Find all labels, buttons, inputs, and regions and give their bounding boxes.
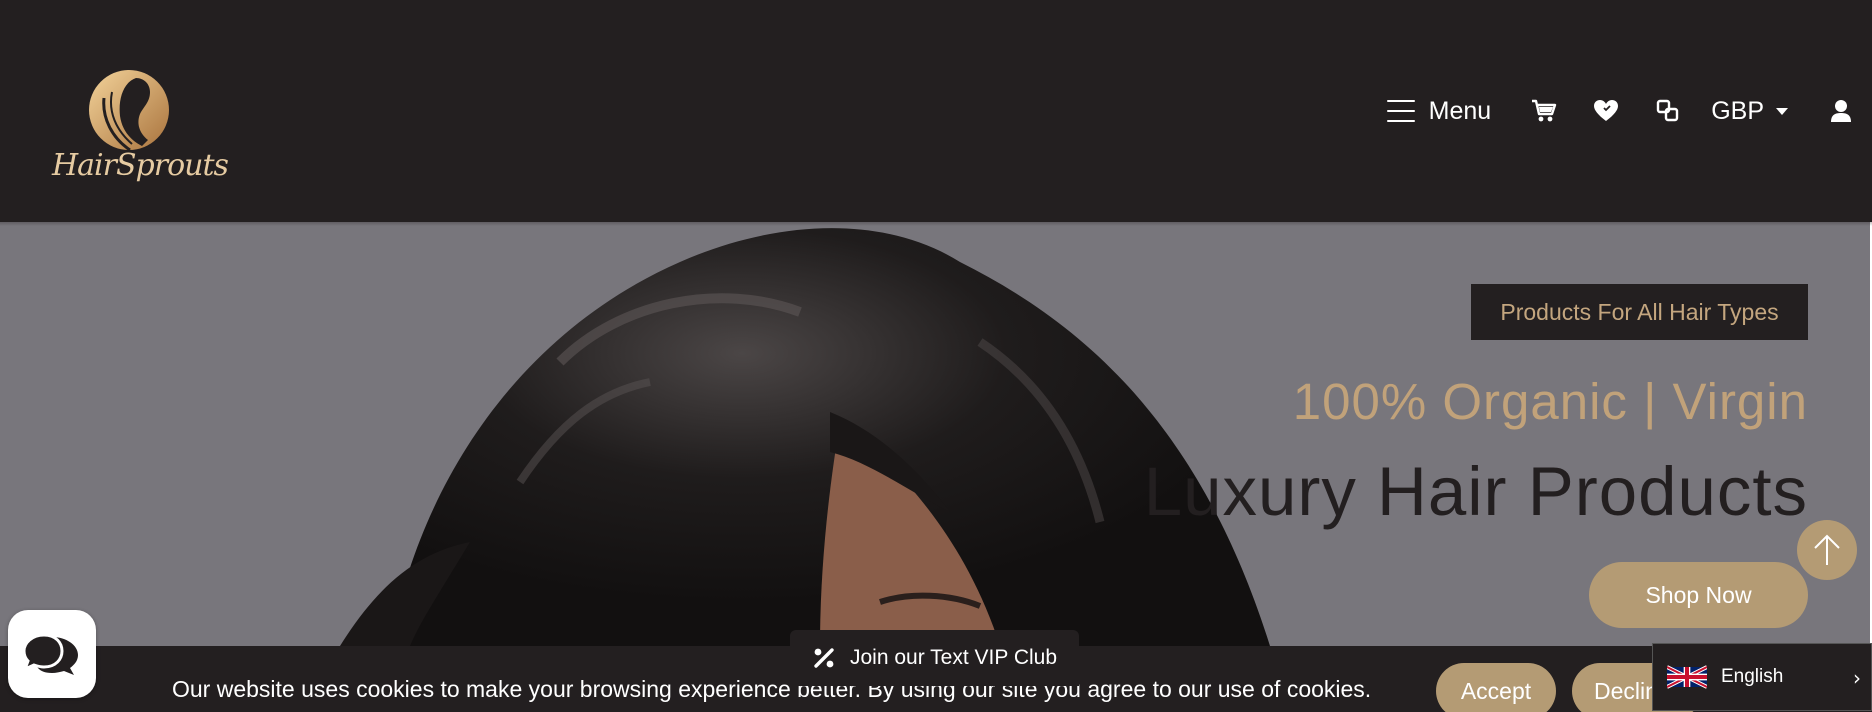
user-icon[interactable] bbox=[1826, 96, 1856, 126]
menu-label: Menu bbox=[1428, 96, 1492, 125]
cart-icon[interactable] bbox=[1529, 96, 1559, 126]
menu-icon bbox=[1386, 100, 1415, 122]
logo-head-icon bbox=[89, 70, 169, 152]
accept-cookies-button[interactable]: Accept bbox=[1436, 663, 1556, 712]
cookie-message: Our website uses cookies to make your br… bbox=[172, 676, 1372, 702]
compare-icon[interactable] bbox=[1653, 96, 1683, 126]
logo-text: HairSprouts bbox=[52, 148, 229, 183]
vip-club-tab[interactable]: Join our Text VIP Club bbox=[790, 630, 1079, 686]
currency-label: GBP bbox=[1711, 96, 1764, 125]
chat-button[interactable] bbox=[8, 610, 96, 698]
percent-icon bbox=[814, 648, 834, 668]
currency-selector[interactable]: GBP bbox=[1711, 97, 1788, 126]
hero-badge: Products For All Hair Types bbox=[1471, 284, 1808, 340]
chevron-right-icon: › bbox=[1853, 666, 1861, 690]
heart-icon[interactable] bbox=[1591, 96, 1621, 126]
language-switcher[interactable]: English › bbox=[1652, 643, 1872, 711]
site-header: HairSprouts Menu GBP bbox=[0, 0, 1872, 222]
hero-title: Luxury Hair Products bbox=[1143, 453, 1808, 530]
arrow-up-icon bbox=[1814, 534, 1840, 565]
main-nav: Menu GBP bbox=[1386, 92, 1872, 130]
vip-club-label: Join our Text VIP Club bbox=[850, 646, 1058, 669]
chat-bubbles-icon bbox=[22, 633, 78, 675]
uk-flag-icon bbox=[1667, 665, 1707, 689]
caret-down-icon bbox=[1776, 107, 1788, 115]
shop-now-button[interactable]: Shop Now bbox=[1589, 562, 1808, 628]
header-shadow bbox=[0, 212, 1872, 226]
site-logo[interactable]: HairSprouts bbox=[52, 66, 229, 206]
language-label: English bbox=[1721, 666, 1784, 687]
menu-button[interactable]: Menu bbox=[1386, 96, 1492, 126]
hero-banner: Products For All Hair Types 100% Organic… bbox=[0, 222, 1870, 646]
scroll-to-top-button[interactable] bbox=[1797, 520, 1857, 580]
hero-subtitle: 100% Organic | Virgin bbox=[1292, 373, 1808, 430]
